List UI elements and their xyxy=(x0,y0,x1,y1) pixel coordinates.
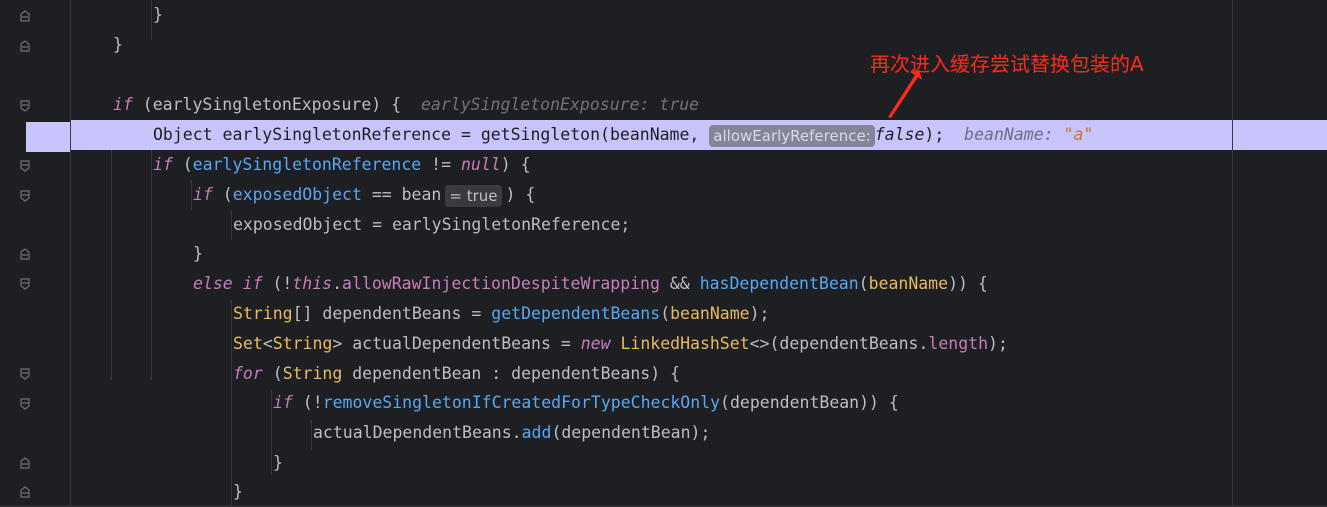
code-line[interactable]: } xyxy=(71,448,1327,478)
code-line[interactable]: String[] dependentBeans = getDependentBe… xyxy=(71,299,1327,329)
code-token: ); xyxy=(749,304,770,323)
code-keyword: if xyxy=(113,95,133,114)
code-line[interactable]: if (exposedObject == bean = true) { xyxy=(71,180,1327,210)
fold-start-icon[interactable] xyxy=(19,278,31,290)
annotation-arrow-icon xyxy=(888,70,922,118)
code-token: ); xyxy=(988,334,1008,353)
fold-start-icon[interactable] xyxy=(19,160,31,172)
code-type: beanName xyxy=(868,274,949,293)
code-line[interactable]: } xyxy=(71,0,1327,30)
inline-debug-value: earlySingletonExposure: true xyxy=(420,95,700,114)
code-method: hasDependentBean xyxy=(699,274,859,293)
code-token: } xyxy=(233,482,243,501)
code-token: (! xyxy=(262,274,293,293)
fold-start-icon[interactable] xyxy=(19,368,31,380)
fold-start-icon[interactable] xyxy=(19,100,31,112)
code-line[interactable]: if (earlySingletonReference != null) { xyxy=(71,150,1327,180)
code-token: exposedObject = earlySingletonReference; xyxy=(233,215,631,234)
code-variable: exposedObject xyxy=(232,185,362,204)
code-token: } xyxy=(193,244,203,263)
code-token: (dependentBean)) { xyxy=(720,393,899,412)
code-type: String xyxy=(233,304,293,323)
code-keyword: null xyxy=(460,155,501,174)
current-line-gutter-highlight xyxy=(26,122,70,152)
code-line[interactable]: exposedObject = earlySingletonReference; xyxy=(71,210,1327,240)
fold-end-icon[interactable] xyxy=(19,10,31,22)
right-margin-guide xyxy=(1232,0,1233,505)
code-type: beanName xyxy=(670,304,750,323)
code-line[interactable]: if (!removeSingletonIfCreatedForTypeChec… xyxy=(71,388,1327,418)
code-token: ( xyxy=(262,364,283,383)
code-token: } xyxy=(113,35,123,54)
code-token: . xyxy=(332,274,343,293)
code-keyword: else if xyxy=(193,274,263,293)
param-hint-chip: allowEarlyReference: xyxy=(709,124,875,147)
code-line[interactable]: else if (!this.allowRawInjectionDespiteW… xyxy=(71,269,1327,299)
code-token: dependentBean : dependentBeans) { xyxy=(342,364,681,383)
code-token: } xyxy=(273,453,283,472)
code-token: )) { xyxy=(948,274,988,293)
code-field: allowRawInjectionDespiteWrapping xyxy=(342,274,660,293)
code-line-current[interactable]: Object earlySingletonReference = getSing… xyxy=(71,120,1327,150)
code-token: ); xyxy=(924,125,965,144)
code-keyword: if xyxy=(273,393,293,412)
code-keyword: if xyxy=(153,155,173,174)
code-line[interactable]: } xyxy=(71,477,1327,507)
code-method: removeSingletonIfCreatedForTypeCheckOnly xyxy=(322,393,721,412)
code-method: add xyxy=(521,423,552,442)
code-token: (dependentBean); xyxy=(551,423,711,442)
code-token: > actualDependentBeans = xyxy=(332,334,581,353)
fold-end-icon[interactable] xyxy=(19,40,31,52)
code-token: ( xyxy=(858,274,869,293)
code-keyword: if xyxy=(193,185,213,204)
code-type: String xyxy=(272,334,333,353)
code-keyword: for xyxy=(233,364,263,383)
code-keyword: new xyxy=(580,334,611,353)
code-line[interactable]: actualDependentBeans.add(dependentBean); xyxy=(71,418,1327,448)
code-token: ( xyxy=(212,185,233,204)
code-token: [] dependentBeans = xyxy=(292,304,492,323)
code-token: actualDependentBeans. xyxy=(313,423,522,442)
fold-start-icon[interactable] xyxy=(19,190,31,202)
code-line[interactable]: } xyxy=(71,239,1327,269)
code-token: ) { xyxy=(505,185,536,204)
code-token: < xyxy=(262,334,273,353)
inline-debug-value: beanName: xyxy=(964,125,1064,144)
code-token: ( xyxy=(660,304,671,323)
code-token: ) { xyxy=(500,155,531,174)
code-keyword: this xyxy=(292,274,333,293)
fold-end-icon[interactable] xyxy=(19,248,31,260)
code-variable: earlySingletonReference xyxy=(192,155,422,174)
code-method: getDependentBeans xyxy=(491,304,661,323)
code-line[interactable]: Set<String> actualDependentBeans = new L… xyxy=(71,329,1327,359)
code-type: String xyxy=(282,364,343,383)
fold-start-icon[interactable] xyxy=(19,398,31,410)
code-token: (! xyxy=(292,393,323,412)
code-token: Object earlySingletonReference = getSing… xyxy=(153,125,710,144)
inline-debug-value: "a" xyxy=(1063,125,1094,144)
code-type: LinkedHashSet xyxy=(620,334,750,353)
code-token: ( xyxy=(172,155,193,174)
editor-gutter xyxy=(0,0,71,505)
code-token: (earlySingletonExposure) { xyxy=(132,95,421,114)
code-token: && xyxy=(659,274,700,293)
code-type: Set xyxy=(233,334,263,353)
fold-end-icon[interactable] xyxy=(19,486,31,498)
code-keyword: false xyxy=(874,125,925,144)
code-line[interactable]: for (String dependentBean : dependentBea… xyxy=(71,359,1327,389)
fold-end-icon[interactable] xyxy=(19,457,31,469)
code-token: != xyxy=(421,155,461,174)
code-token: == bean xyxy=(361,185,442,204)
code-line[interactable]: if (earlySingletonExposure) { earlySingl… xyxy=(71,90,1327,120)
value-hint-chip: = true xyxy=(445,184,502,207)
code-token: } xyxy=(153,5,163,24)
code-token: <>(dependentBeans. xyxy=(749,334,929,353)
code-field: length xyxy=(928,334,989,353)
